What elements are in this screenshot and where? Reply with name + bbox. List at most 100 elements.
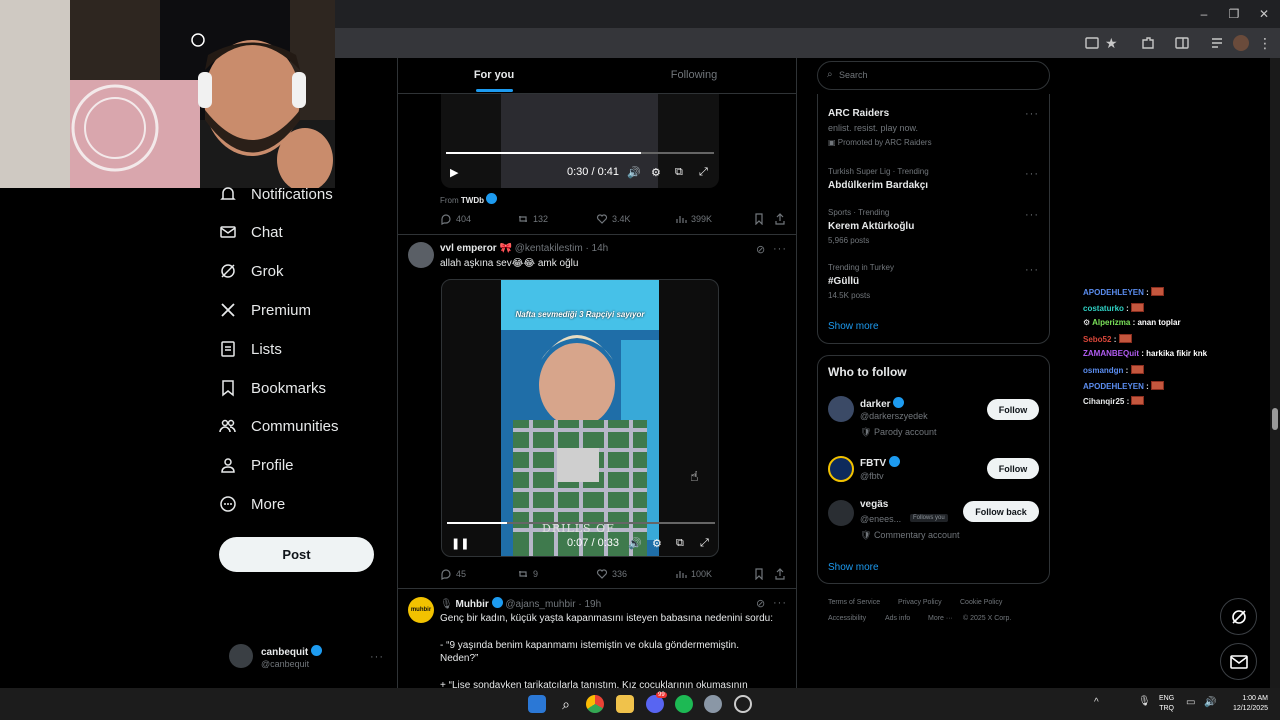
close-window-button[interactable]: ✕ bbox=[1256, 6, 1272, 22]
bookmark-tweet-icon[interactable] bbox=[753, 568, 765, 580]
nav-premium[interactable]: Premium bbox=[219, 292, 311, 328]
pip-icon[interactable]: ⧉ bbox=[676, 537, 684, 550]
tweet2-avatar[interactable] bbox=[408, 242, 434, 268]
trend-name[interactable]: Kerem Aktürkoğlu bbox=[828, 221, 914, 232]
video1-progress[interactable] bbox=[446, 152, 641, 154]
footer-more[interactable]: More ··· bbox=[928, 615, 953, 622]
chrome-taskbar-icon[interactable] bbox=[586, 695, 604, 713]
post-button[interactable]: Post bbox=[219, 537, 374, 572]
trend-name[interactable]: #Güllü bbox=[828, 276, 859, 287]
suggestion-name[interactable]: darker bbox=[860, 397, 905, 410]
volume-icon[interactable]: 🔊 bbox=[628, 537, 642, 550]
video2-progress[interactable] bbox=[447, 522, 507, 524]
volume-tray-icon[interactable]: 🔊 bbox=[1204, 697, 1216, 708]
trend-more-icon[interactable]: ··· bbox=[1025, 168, 1039, 180]
nav-notifications[interactable]: Notifications bbox=[219, 176, 333, 212]
footer-privacy[interactable]: Privacy Policy bbox=[898, 599, 942, 606]
screenshot-icon[interactable] bbox=[1084, 35, 1100, 51]
footer-ads-info[interactable]: Ads info bbox=[885, 615, 910, 622]
folder-taskbar-icon[interactable] bbox=[616, 695, 634, 713]
retweet-button[interactable]: 9 bbox=[517, 568, 538, 580]
share-icon[interactable] bbox=[774, 568, 786, 580]
app-taskbar-icon[interactable] bbox=[734, 695, 752, 713]
grok-float-button[interactable] bbox=[1220, 598, 1257, 635]
bookmark-star-icon[interactable]: ★ bbox=[1105, 35, 1121, 51]
reply-button[interactable]: 404 bbox=[440, 213, 471, 225]
video-player-2[interactable]: Nafta sevmediği 3 Rapçiyi sayıyor DRILLS… bbox=[441, 279, 719, 557]
minimize-button[interactable]: – bbox=[1196, 6, 1212, 22]
trend-more-icon[interactable]: ··· bbox=[1025, 264, 1039, 276]
pause-icon[interactable]: ❚❚ bbox=[451, 537, 469, 550]
nav-chat[interactable]: Chat bbox=[219, 214, 283, 250]
suggestion-avatar[interactable] bbox=[828, 396, 854, 422]
account-menu-icon[interactable]: ··· bbox=[370, 651, 384, 663]
pip-icon[interactable]: ⧉ bbox=[675, 166, 683, 179]
views-stat[interactable]: 100K bbox=[675, 568, 712, 580]
volume-icon[interactable]: 🔊 bbox=[627, 166, 641, 179]
follow-back-button[interactable]: Follow back bbox=[963, 501, 1039, 522]
tweet2-more-icon[interactable]: ··· bbox=[773, 243, 787, 255]
tab-following[interactable]: Following bbox=[598, 58, 790, 94]
suggestion-name[interactable]: FBTV bbox=[860, 456, 900, 469]
retweet-button[interactable]: 132 bbox=[517, 213, 548, 225]
search-taskbar-icon[interactable]: ⌕ bbox=[557, 695, 575, 713]
settings-taskbar-icon[interactable] bbox=[704, 695, 722, 713]
trends-show-more[interactable]: Show more bbox=[828, 321, 879, 332]
like-button[interactable]: 3.4K bbox=[596, 213, 631, 225]
nav-more[interactable]: More bbox=[219, 486, 285, 522]
start-icon[interactable] bbox=[528, 695, 546, 713]
footer-terms[interactable]: Terms of Service bbox=[828, 599, 880, 606]
follow-button[interactable]: Follow bbox=[987, 458, 1039, 479]
play-icon[interactable]: ▶ bbox=[450, 166, 458, 179]
share-icon[interactable] bbox=[774, 213, 786, 225]
spotify-taskbar-icon[interactable] bbox=[675, 695, 693, 713]
nav-communities[interactable]: Communities bbox=[219, 408, 339, 444]
suggestion-name[interactable]: vegäs bbox=[860, 499, 888, 510]
like-button[interactable]: 336 bbox=[596, 568, 627, 580]
trend-name[interactable]: Abdülkerim Bardakçı bbox=[828, 180, 928, 191]
profile-avatar-icon[interactable] bbox=[1233, 35, 1249, 51]
browser-menu-icon[interactable]: ⋮ bbox=[1258, 35, 1274, 51]
extensions-icon[interactable] bbox=[1140, 35, 1156, 51]
settings-gear-icon[interactable]: ⚙ bbox=[652, 537, 662, 550]
scrollbar-thumb[interactable] bbox=[1272, 408, 1278, 430]
settings-gear-icon[interactable]: ⚙ bbox=[651, 166, 661, 179]
nav-profile[interactable]: Profile bbox=[219, 447, 294, 483]
views-stat[interactable]: 399K bbox=[675, 213, 712, 225]
microphone-icon[interactable]: 🎙 bbox=[1138, 696, 1151, 707]
search-input[interactable]: ⌕ Search bbox=[817, 61, 1050, 90]
video-player-1[interactable]: ▶ 0:30 / 0:41 🔊 ⚙ ⧉ ⤢ bbox=[441, 94, 719, 188]
suggestion-handle: @enees... bbox=[860, 514, 902, 524]
trend-more-icon[interactable]: ··· bbox=[1025, 209, 1039, 221]
language-indicator[interactable]: ENG TRQ bbox=[1159, 694, 1174, 714]
scrollbar-track[interactable] bbox=[1270, 58, 1280, 688]
media-control-icon[interactable] bbox=[1210, 35, 1226, 51]
promo-more-icon[interactable]: ··· bbox=[1025, 108, 1039, 120]
nav-bookmarks[interactable]: Bookmarks bbox=[219, 370, 326, 406]
nav-lists[interactable]: Lists bbox=[219, 331, 282, 367]
messages-float-button[interactable] bbox=[1220, 643, 1257, 680]
tweet3-more-icon[interactable]: ··· bbox=[773, 597, 787, 609]
tweet3-avatar[interactable]: muhbir bbox=[408, 597, 434, 623]
suggestion-avatar[interactable] bbox=[828, 500, 854, 526]
sidepanel-icon[interactable] bbox=[1174, 35, 1190, 51]
nav-grok[interactable]: Grok bbox=[219, 253, 284, 289]
promo-title[interactable]: ARC Raiders bbox=[828, 108, 889, 119]
follow-show-more[interactable]: Show more bbox=[828, 562, 879, 573]
follow-button[interactable]: Follow bbox=[987, 399, 1039, 420]
grok-explain-icon[interactable]: ⊘ bbox=[756, 243, 765, 256]
fullscreen-icon[interactable]: ⤢ bbox=[699, 166, 708, 179]
maximize-button[interactable]: ❐ bbox=[1226, 6, 1242, 22]
tray-chevron-icon[interactable]: ^ bbox=[1094, 697, 1099, 708]
footer-accessibility[interactable]: Accessibility bbox=[828, 615, 866, 622]
grok-explain-icon[interactable]: ⊘ bbox=[756, 597, 765, 610]
suggestion-avatar[interactable] bbox=[828, 456, 854, 482]
footer-cookie[interactable]: Cookie Policy bbox=[960, 599, 1002, 606]
account-avatar[interactable] bbox=[229, 644, 253, 668]
network-icon[interactable]: ▭ bbox=[1186, 697, 1195, 708]
clock[interactable]: 1:00 AM 12/12/2025 bbox=[1226, 694, 1268, 714]
retweet-icon bbox=[519, 216, 527, 222]
bookmark-tweet-icon[interactable] bbox=[753, 213, 765, 225]
fullscreen-icon[interactable]: ⤢ bbox=[700, 537, 709, 550]
reply-button[interactable]: 45 bbox=[440, 568, 466, 580]
